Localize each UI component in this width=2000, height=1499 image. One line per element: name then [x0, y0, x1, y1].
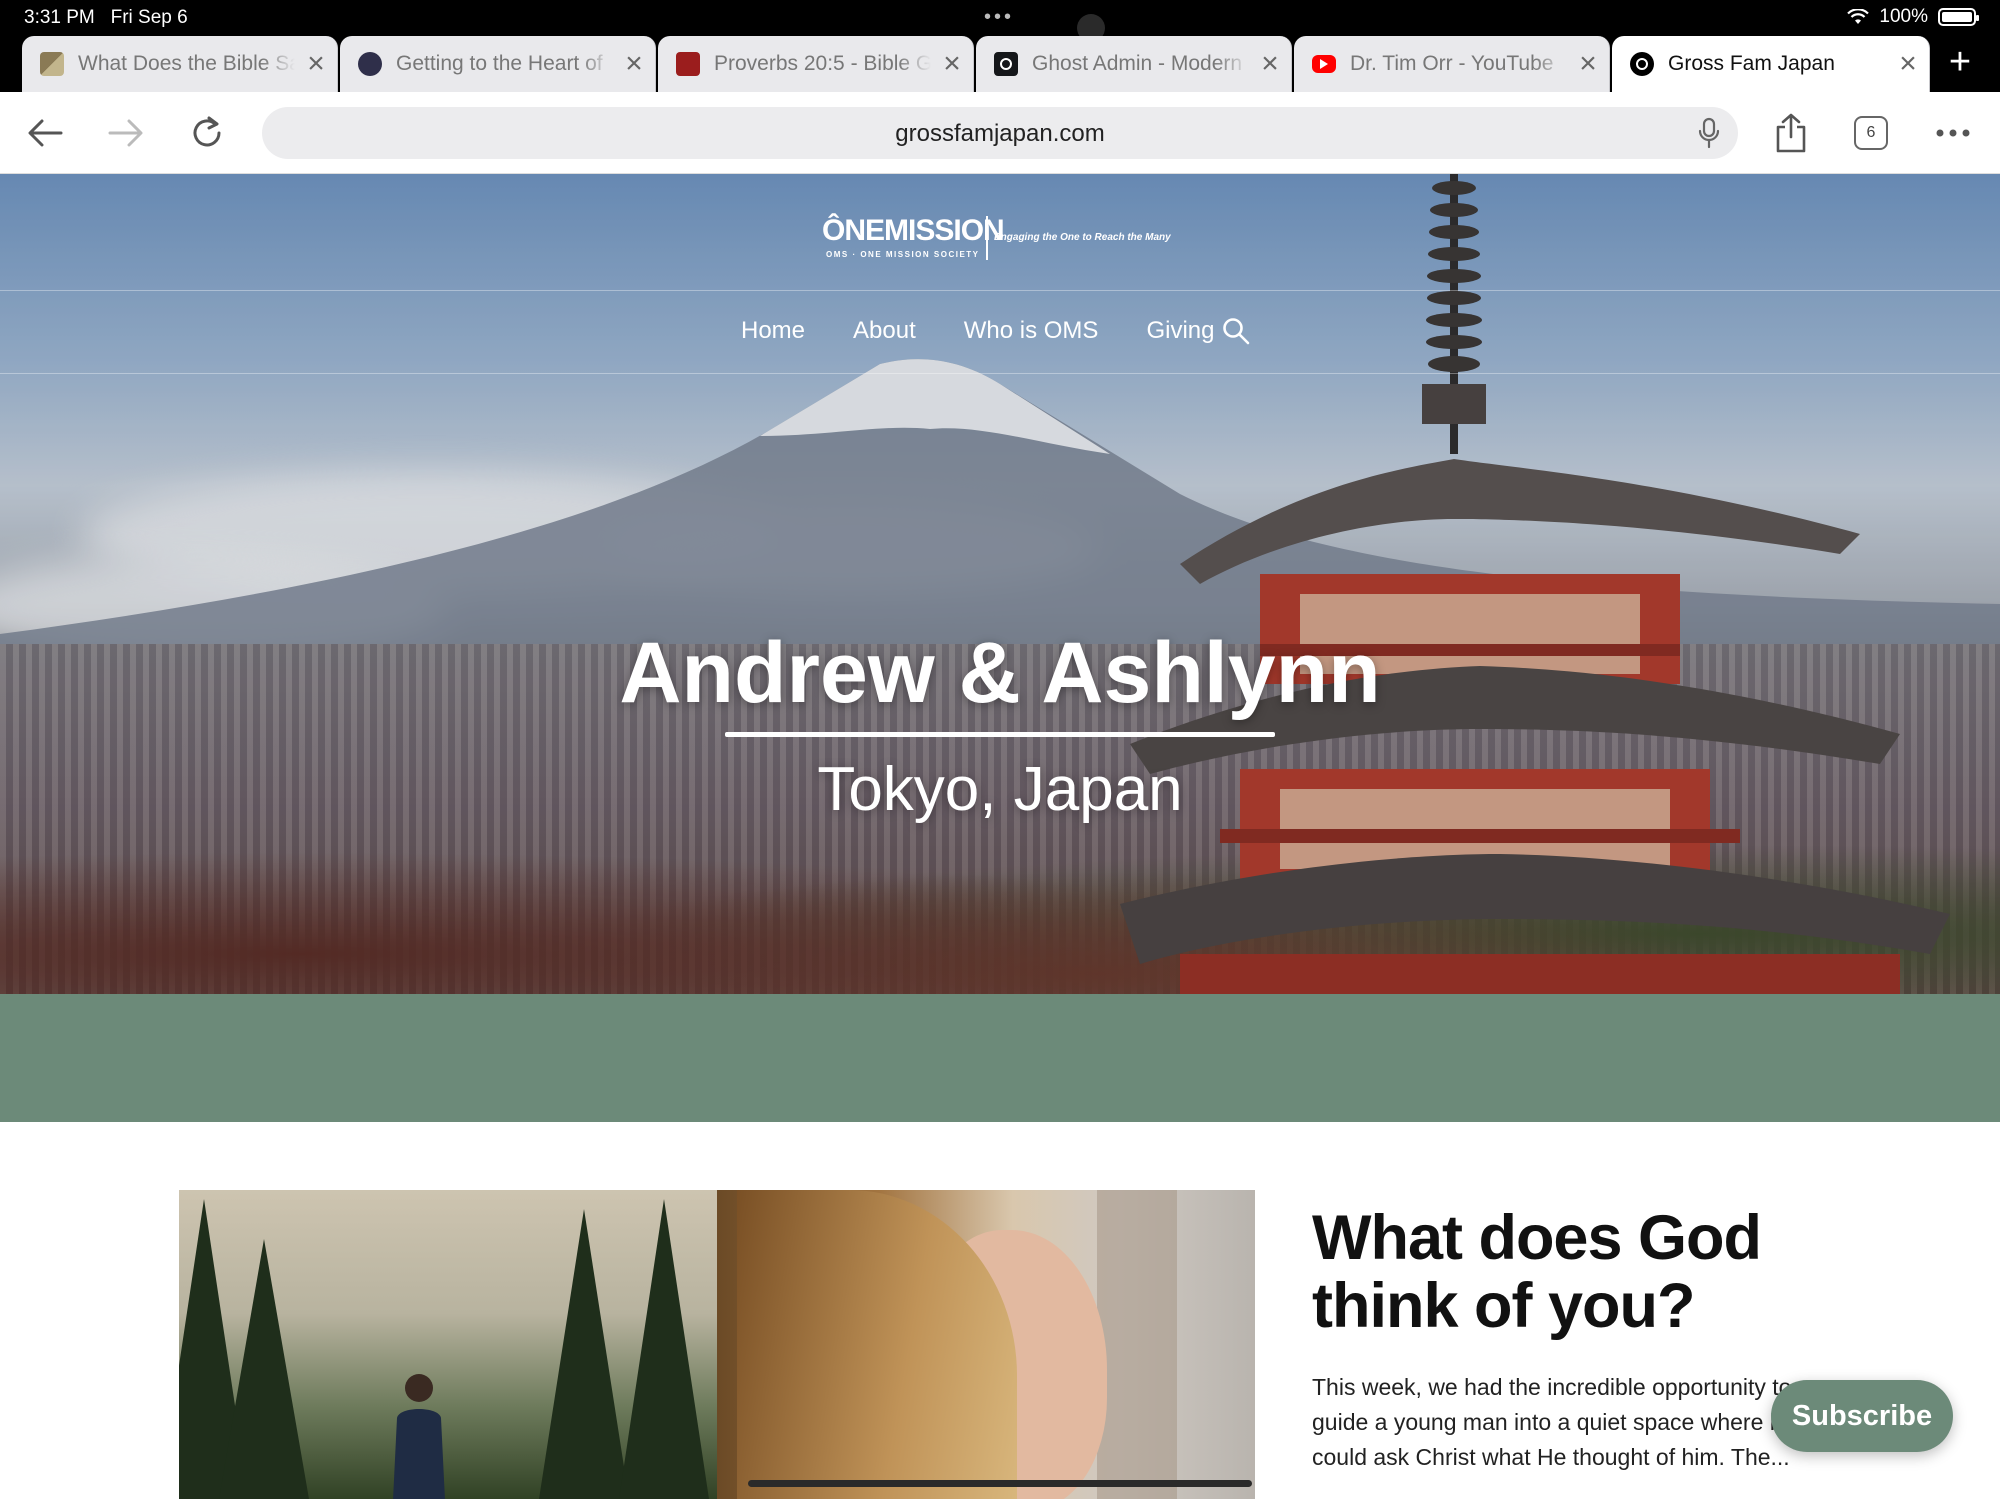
site-navigation: Home About Who is OMS Giving: [0, 290, 2000, 374]
share-button[interactable]: [1768, 110, 1814, 156]
post-feature-image[interactable]: [179, 1190, 1255, 1499]
nav-about[interactable]: About: [853, 317, 916, 345]
woman-photo: [717, 1190, 1255, 1499]
hero-divider: [725, 732, 1275, 737]
multitasking-dots[interactable]: •••: [984, 6, 1014, 29]
tab-4[interactable]: Ghost Admin - Modern ×: [976, 36, 1292, 92]
bible-gateway-icon: [676, 52, 700, 76]
reload-icon: [193, 116, 221, 147]
status-time: 3:31 PM Fri Sep 6: [24, 7, 188, 28]
status-indicators: 100%: [1847, 6, 1979, 28]
wifi-icon: [1847, 9, 1870, 24]
close-tab-icon[interactable]: ×: [1887, 49, 1929, 79]
nav-home[interactable]: Home: [741, 317, 805, 345]
hero-section: ÔNEMISSION OMS · ONE MISSION SOCIETY Eng…: [0, 174, 2000, 994]
accent-band: [0, 994, 2000, 1122]
ellipsis-icon: [1936, 129, 1970, 137]
tree: [619, 1199, 709, 1499]
heart-site-icon: [358, 52, 382, 76]
battery-icon: [1938, 8, 1979, 26]
tab-5[interactable]: Dr. Tim Orr - YouTube ×: [1294, 36, 1610, 92]
forest-photo: [179, 1190, 717, 1499]
nav-who-is-oms[interactable]: Who is OMS: [964, 317, 1099, 345]
youtube-icon: [1312, 55, 1336, 73]
close-tab-icon[interactable]: ×: [1567, 49, 1609, 79]
window-frame: [1097, 1190, 1177, 1499]
close-tab-icon[interactable]: ×: [1249, 49, 1291, 79]
tree: [219, 1239, 309, 1499]
reload-button[interactable]: [184, 110, 230, 156]
close-tab-icon[interactable]: ×: [931, 49, 973, 79]
back-button[interactable]: [22, 110, 68, 156]
more-menu-button[interactable]: [1930, 110, 1976, 156]
subscribe-button[interactable]: Subscribe: [1771, 1380, 1953, 1452]
close-tab-icon[interactable]: ×: [295, 49, 337, 79]
tab-overview-button[interactable]: 6: [1854, 116, 1888, 150]
tree: [539, 1209, 629, 1499]
site-icon: [1630, 52, 1654, 76]
nav-giving[interactable]: Giving: [1146, 317, 1214, 345]
tab-6-active[interactable]: Gross Fam Japan ×: [1612, 36, 1930, 92]
status-bar: 3:31 PM Fri Sep 6 ••• 100%: [0, 0, 2000, 42]
address-bar[interactable]: grossfamjapan.com: [262, 107, 1738, 159]
bible-site-icon: [40, 52, 64, 76]
battery-percent: 100%: [1879, 6, 1928, 27]
hero-title: Andrew & Ashlynn: [619, 625, 1381, 721]
post-excerpt: This week, we had the incredible opportu…: [1312, 1374, 1796, 1470]
share-icon: [1776, 113, 1806, 153]
ghost-icon: [994, 52, 1018, 76]
microphone-icon[interactable]: [1698, 117, 1720, 149]
site-logo[interactable]: ÔNEMISSION OMS · ONE MISSION SOCIETY Eng…: [822, 214, 1182, 264]
tab-2[interactable]: Getting to the Heart of ×: [340, 36, 656, 92]
tab-1[interactable]: What Does the Bible Say About ×: [22, 36, 338, 92]
search-icon[interactable]: [1222, 317, 1250, 345]
logo-tagline: Engaging the One to Reach the Many: [994, 232, 1171, 243]
tab-bar: What Does the Bible Say About × Getting …: [0, 36, 2000, 92]
tab-3[interactable]: Proverbs 20:5 - Bible Gateway ×: [658, 36, 974, 92]
post-title[interactable]: What does God think of you?: [1312, 1204, 1872, 1340]
new-tab-button[interactable]: +: [1940, 43, 1980, 84]
logo-wordmark: ÔNEMISSION: [822, 214, 1005, 247]
logo-subline: OMS · ONE MISSION SOCIETY: [826, 250, 980, 259]
hero-subtitle: Tokyo, Japan: [817, 755, 1183, 824]
arrow-right-icon: [108, 119, 143, 147]
browser-toolbar: grossfamjapan.com 6: [0, 92, 2000, 174]
close-tab-icon[interactable]: ×: [613, 49, 655, 79]
person-figure: [393, 1374, 445, 1499]
forward-button[interactable]: [103, 110, 149, 156]
arrow-left-icon: [28, 119, 63, 147]
url-text: grossfamjapan.com: [895, 120, 1105, 147]
home-indicator: [748, 1480, 1252, 1487]
logo-divider: [986, 216, 988, 260]
